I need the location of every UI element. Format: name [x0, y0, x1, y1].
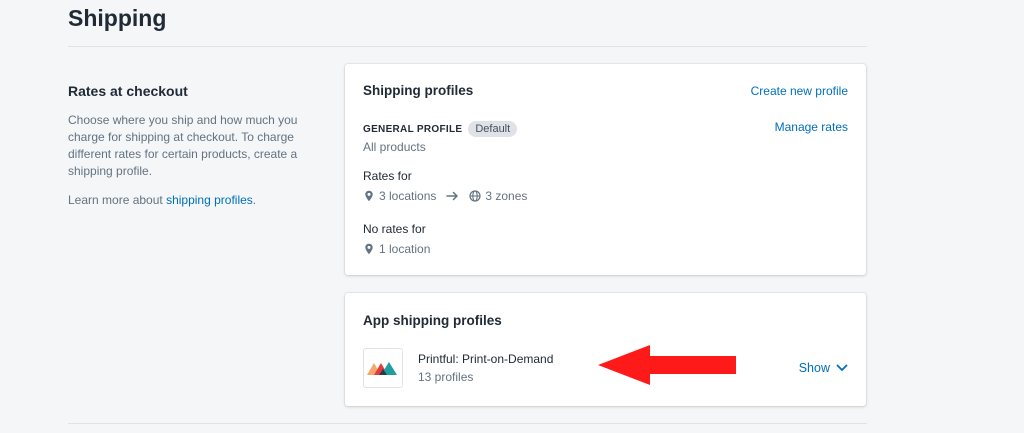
no-rates-for-label: No rates for [363, 222, 426, 236]
app-name: Printful: Print-on-Demand [418, 352, 554, 366]
app-shipping-profiles-title: App shipping profiles [363, 313, 502, 328]
learn-more-prefix: Learn more about [68, 193, 167, 207]
learn-more-suffix: . [252, 193, 257, 207]
show-label: Show [798, 361, 830, 375]
no-rates-locations-text: 1 location [379, 242, 431, 256]
location-pin-icon [363, 243, 375, 255]
section-heading: Rates at checkout [68, 83, 188, 99]
top-divider [68, 46, 867, 47]
shipping-profiles-card: Shipping profiles Create new profile GEN… [345, 64, 866, 275]
page-title: Shipping [68, 5, 167, 31]
rates-at-checkout-section: Rates at checkout Choose where you ship … [68, 83, 313, 209]
all-products-text: All products [363, 140, 426, 154]
default-badge: Default [468, 121, 518, 137]
manage-rates-link[interactable]: Manage rates [775, 120, 848, 134]
create-new-profile-link[interactable]: Create new profile [751, 84, 848, 98]
general-profile-label: GENERAL PROFILE [363, 123, 463, 135]
bottom-divider [68, 423, 867, 424]
no-rates-row: 1 location [363, 242, 430, 256]
rates-for-label: Rates for [363, 169, 412, 183]
printful-logo-icon [363, 348, 403, 388]
app-profiles-count: 13 profiles [418, 370, 474, 384]
learn-more-text: Learn more about shipping profiles. [68, 192, 313, 209]
chevron-down-icon [836, 361, 848, 375]
location-pin-icon [363, 190, 375, 202]
show-button[interactable]: Show [799, 361, 848, 375]
shipping-profiles-title: Shipping profiles [363, 83, 474, 98]
section-description: Choose where you ship and how much you c… [68, 113, 298, 178]
arrow-right-icon [446, 191, 459, 201]
shipping-profiles-link[interactable]: shipping profiles [166, 193, 253, 207]
globe-icon [469, 190, 481, 202]
rates-for-row: 3 locations 3 zones [363, 189, 527, 203]
annotation-arrow-icon [598, 345, 736, 385]
rates-locations-text: 3 locations [379, 189, 437, 203]
rates-zones-text: 3 zones [485, 189, 528, 203]
general-profile-header: GENERAL PROFILE Default [363, 121, 518, 137]
